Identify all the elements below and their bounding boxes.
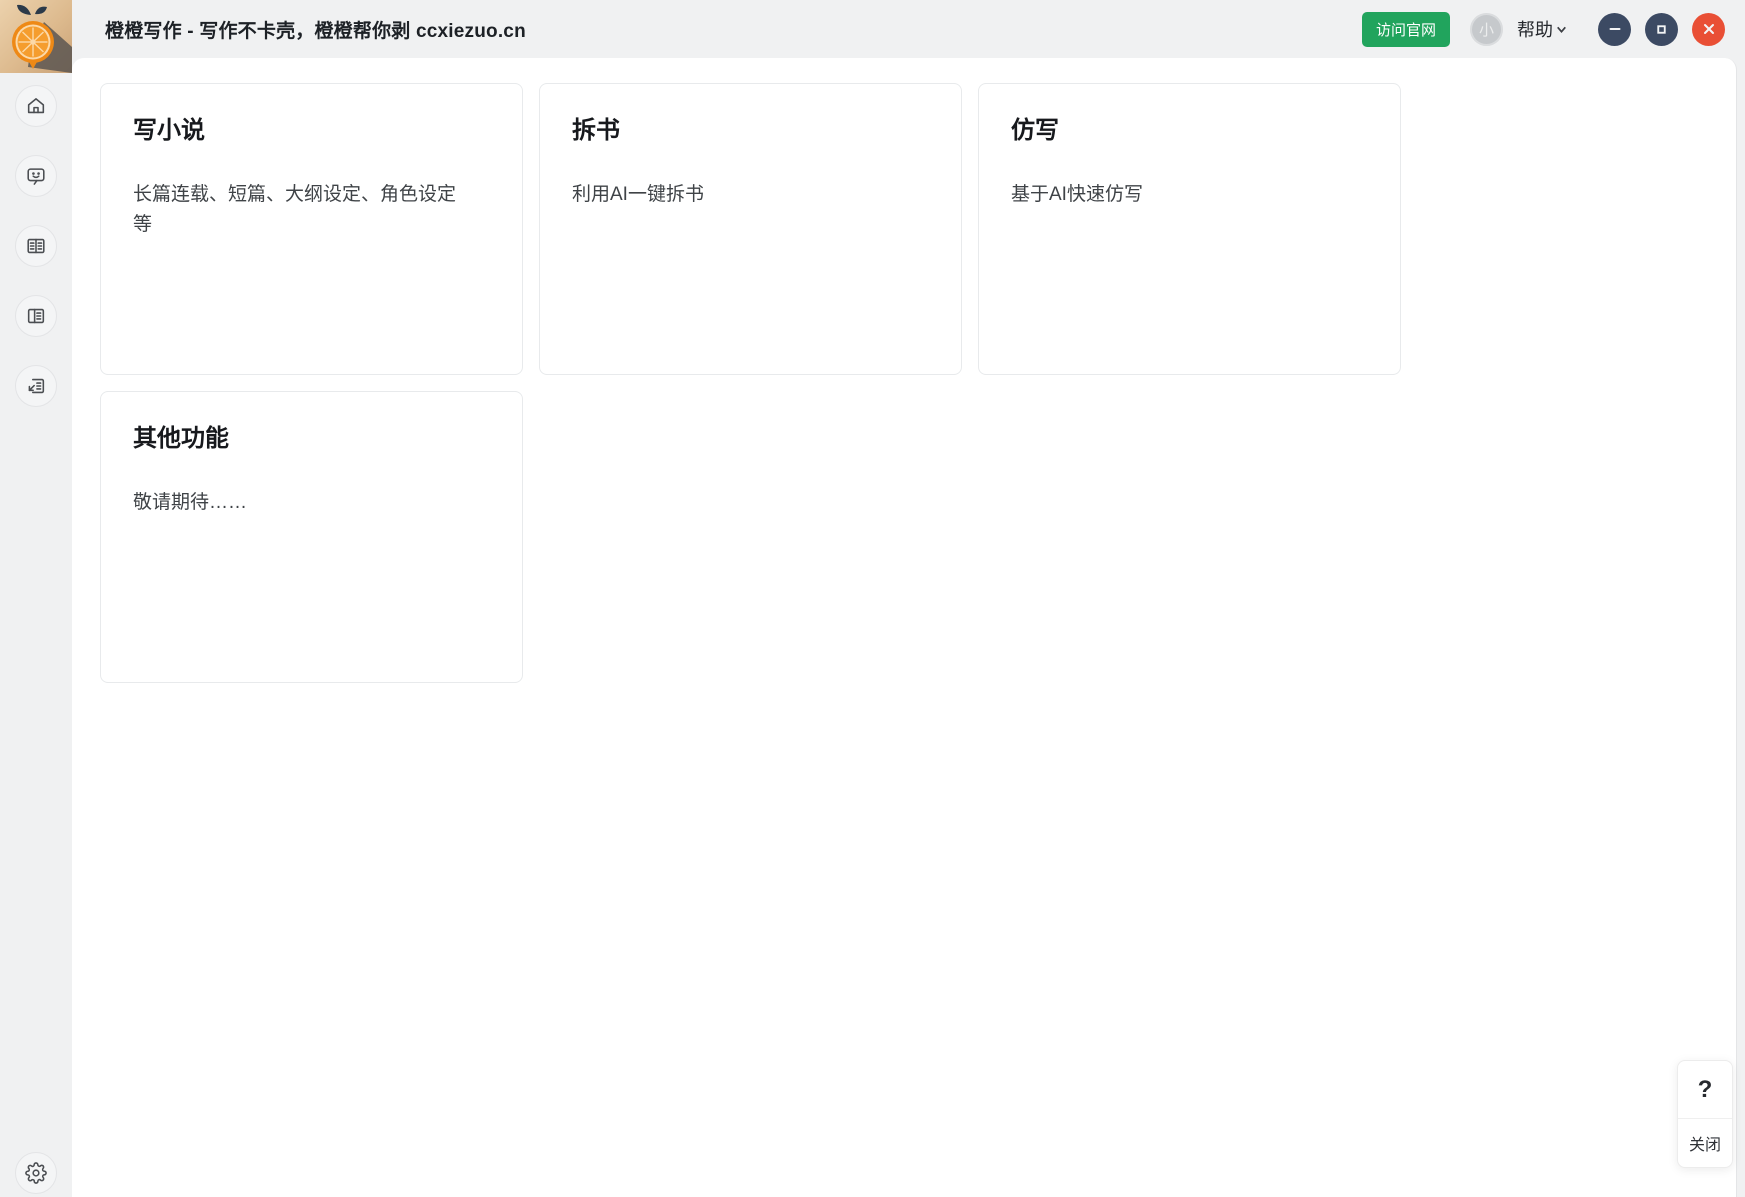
close-button[interactable] <box>1692 13 1725 46</box>
maximize-button[interactable] <box>1645 13 1678 46</box>
home-icon <box>25 95 47 117</box>
sidebar-item-feedback[interactable] <box>15 155 57 197</box>
sidebar-item-books[interactable] <box>15 225 57 267</box>
card-description: 长篇连载、短篇、大纲设定、角色设定 等 <box>133 180 490 240</box>
floating-help-widget: ? 关闭 <box>1677 1060 1733 1168</box>
feature-card-grid: 写小说 长篇连载、短篇、大纲设定、角色设定 等 拆书 利用AI一键拆书 仿写 基… <box>72 58 1736 683</box>
minimize-icon <box>1608 22 1622 36</box>
card-description: 敬请期待…… <box>133 488 490 518</box>
card-title: 其他功能 <box>133 422 490 456</box>
sidebar-item-home[interactable] <box>15 85 57 127</box>
widget-close-button[interactable]: 关闭 <box>1678 1119 1732 1167</box>
chat-feedback-icon <box>25 165 47 187</box>
sidebar-item-export[interactable] <box>15 365 57 407</box>
help-question-button[interactable]: ? <box>1678 1061 1732 1119</box>
card-description: 基于AI快速仿写 <box>1011 180 1368 210</box>
help-label: 帮助 <box>1517 16 1553 42</box>
titlebar: 橙橙写作 - 写作不卡壳，橙橙帮你剥 ccxiezuo.cn 访问官网 小 帮助 <box>72 0 1745 58</box>
sidebar-item-settings[interactable] <box>15 1152 57 1194</box>
sidebar-item-reader[interactable] <box>15 295 57 337</box>
card-write-novel[interactable]: 写小说 长篇连载、短篇、大纲设定、角色设定 等 <box>100 83 523 375</box>
card-imitate-writing[interactable]: 仿写 基于AI快速仿写 <box>978 83 1401 375</box>
sidebar-bottom <box>0 1152 72 1194</box>
card-title: 拆书 <box>572 114 929 148</box>
card-title: 仿写 <box>1011 114 1368 148</box>
reader-panel-icon <box>25 305 47 327</box>
titlebar-actions: 访问官网 小 帮助 <box>1362 12 1745 47</box>
card-title: 写小说 <box>133 114 490 148</box>
app-window: 橙橙写作 - 写作不卡壳，橙橙帮你剥 ccxiezuo.cn 访问官网 小 帮助 <box>0 0 1745 1197</box>
send-to-panel-icon <box>25 375 47 397</box>
app-logo <box>0 0 72 73</box>
maximize-icon <box>1655 23 1668 36</box>
card-description: 利用AI一键拆书 <box>572 180 929 210</box>
window-title: 橙橙写作 - 写作不卡壳，橙橙帮你剥 ccxiezuo.cn <box>105 16 526 43</box>
help-menu[interactable]: 帮助 <box>1517 16 1568 42</box>
main-content: 写小说 长篇连载、短篇、大纲设定、角色设定 等 拆书 利用AI一键拆书 仿写 基… <box>72 58 1737 1197</box>
user-avatar[interactable]: 小 <box>1470 13 1503 46</box>
sidebar <box>0 73 72 1197</box>
settings-gear-icon <box>25 1162 47 1184</box>
minimize-button[interactable] <box>1598 13 1631 46</box>
close-icon <box>1702 22 1716 36</box>
window-controls <box>1598 13 1725 46</box>
card-split-book[interactable]: 拆书 利用AI一键拆书 <box>539 83 962 375</box>
visit-website-button[interactable]: 访问官网 <box>1362 12 1450 47</box>
orange-logo-icon <box>0 0 72 73</box>
open-book-icon <box>25 235 47 257</box>
card-other-features[interactable]: 其他功能 敬请期待…… <box>100 391 523 683</box>
sidebar-nav <box>0 85 72 407</box>
chevron-down-icon <box>1555 23 1568 36</box>
